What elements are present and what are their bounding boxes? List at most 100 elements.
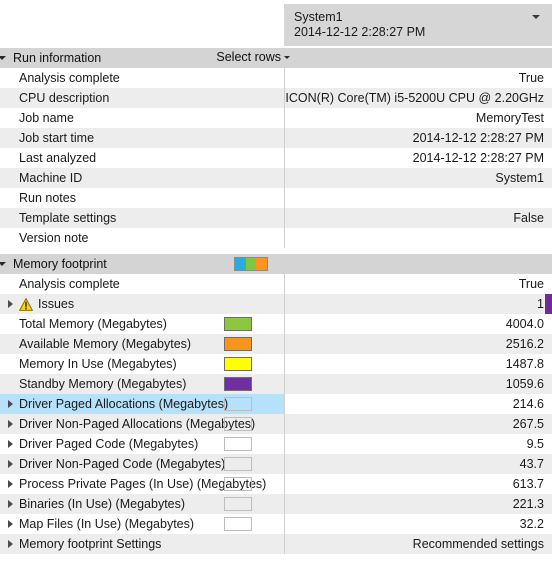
row-label: Available Memory (Megabytes): [19, 337, 192, 351]
table-row[interactable]: Analysis complete True: [0, 274, 552, 294]
row-value: 32.2: [519, 517, 544, 531]
table-row[interactable]: Driver Non-Paged Allocations (Megabytes)…: [0, 414, 552, 434]
row-value-cell: SILICON(R) Core(TM) i5-5200U CPU @ 2.20G…: [284, 88, 552, 108]
table-row[interactable]: Version note: [0, 228, 552, 248]
table-row[interactable]: Standby Memory (Megabytes) 1059.6: [0, 374, 552, 394]
color-swatch[interactable]: [224, 397, 252, 411]
row-value-cell: 2516.2: [284, 334, 552, 354]
row-label-cell: Total Memory (Megabytes): [0, 314, 284, 334]
row-value: 43.7: [519, 457, 544, 471]
row-value-cell: [284, 188, 552, 208]
color-swatch[interactable]: [224, 337, 252, 351]
color-swatch[interactable]: [224, 417, 252, 431]
row-value-cell: [284, 228, 552, 248]
row-label-cell: Job name: [0, 108, 284, 128]
row-label: Version note: [19, 231, 89, 245]
collapse-triangle-icon[interactable]: [0, 262, 6, 266]
table-row[interactable]: Issues 1: [0, 294, 552, 314]
expand-triangle-icon[interactable]: [8, 440, 13, 448]
system-selector[interactable]: System1 2014-12-12 2:28:27 PM: [284, 4, 552, 46]
row-value: SILICON(R) Core(TM) i5-5200U CPU @ 2.20G…: [284, 91, 544, 105]
table-row[interactable]: Map Files (In Use) (Megabytes) 32.2: [0, 514, 552, 534]
table-row[interactable]: Available Memory (Megabytes) 2516.2: [0, 334, 552, 354]
row-value-cell: 214.6: [284, 394, 552, 414]
row-value-cell: Recommended settings: [284, 534, 552, 554]
group-title-memory-footprint: Memory footprint: [13, 257, 107, 271]
row-value-cell: System1: [284, 168, 552, 188]
color-swatch[interactable]: [224, 317, 252, 331]
legend-segment-0: [235, 258, 246, 270]
row-label-cell: Version note: [0, 228, 284, 248]
row-label-cell: Job start time: [0, 128, 284, 148]
row-value-cell: 2014-12-12 2:28:27 PM: [284, 148, 552, 168]
row-label: Memory footprint Settings: [19, 537, 162, 551]
color-swatch[interactable]: [224, 377, 252, 391]
table-row[interactable]: Memory In Use (Megabytes) 1487.8: [0, 354, 552, 374]
table-row[interactable]: Job start time 2014-12-12 2:28:27 PM: [0, 128, 552, 148]
color-swatch[interactable]: [224, 497, 252, 511]
table-row[interactable]: Driver Paged Code (Megabytes) 9.5: [0, 434, 552, 454]
expand-triangle-icon[interactable]: [8, 540, 13, 548]
table-row[interactable]: Machine ID System1: [0, 168, 552, 188]
group-header-run-information[interactable]: Run information Select rows: [0, 48, 552, 68]
row-value: 613.7: [512, 477, 544, 491]
row-value-cell: True: [284, 68, 552, 88]
row-label: CPU description: [19, 91, 110, 105]
row-value-cell: 267.5: [284, 414, 552, 434]
row-value-cell: 221.3: [284, 494, 552, 514]
row-label: Total Memory (Megabytes): [19, 317, 167, 331]
table-row[interactable]: Analysis complete True: [0, 68, 552, 88]
row-label: Memory In Use (Megabytes): [19, 357, 177, 371]
table-row[interactable]: Job name MemoryTest: [0, 108, 552, 128]
expand-triangle-icon[interactable]: [8, 520, 13, 528]
row-label-cell: CPU description: [0, 88, 284, 108]
row-value-cell: True: [284, 274, 552, 294]
run-information-table: Analysis complete True CPU description SILI…: [0, 68, 552, 248]
table-row[interactable]: Driver Non-Paged Code (Megabytes) 43.7: [0, 454, 552, 474]
color-swatch[interactable]: [224, 457, 252, 471]
expand-triangle-icon[interactable]: [8, 420, 13, 428]
table-row[interactable]: Binaries (In Use) (Megabytes) 221.3: [0, 494, 552, 514]
row-label-cell: Available Memory (Megabytes): [0, 334, 284, 354]
row-value-cell: 32.2: [284, 514, 552, 534]
row-label: Run notes: [19, 191, 76, 205]
color-swatch[interactable]: [224, 437, 252, 451]
color-swatch[interactable]: [224, 357, 252, 371]
row-label-cell: Template settings: [0, 208, 284, 228]
legend-segment-1: [245, 258, 257, 270]
expand-triangle-icon[interactable]: [8, 300, 13, 308]
stacked-chart-icon[interactable]: [234, 257, 268, 271]
expand-triangle-icon[interactable]: [8, 460, 13, 468]
table-row[interactable]: Last analyzed 2014-12-12 2:28:27 PM: [0, 148, 552, 168]
table-row[interactable]: Process Private Pages (In Use) (Megabyte…: [0, 474, 552, 494]
collapse-triangle-icon[interactable]: [0, 56, 6, 60]
color-swatch[interactable]: [224, 517, 252, 531]
table-row[interactable]: Memory footprint Settings Recommended set…: [0, 534, 552, 554]
chevron-down-icon[interactable]: [532, 15, 540, 19]
table-row[interactable]: Template settings False: [0, 208, 552, 228]
expand-triangle-icon[interactable]: [8, 480, 13, 488]
row-label-cell: Driver Non-Paged Code (Megabytes): [0, 454, 284, 474]
system-timestamp: 2014-12-12 2:28:27 PM: [294, 25, 426, 39]
analysis-results-panel: System1 2014-12-12 2:28:27 PM Run inform…: [0, 0, 552, 578]
expand-triangle-icon[interactable]: [8, 500, 13, 508]
expand-triangle-icon[interactable]: [8, 400, 13, 408]
color-swatch[interactable]: [224, 477, 252, 491]
table-row[interactable]: CPU description SILICON(R) Core(TM) i5-52…: [0, 88, 552, 108]
row-label: Driver Non-Paged Code (Megabytes): [19, 457, 226, 471]
select-rows-dropdown[interactable]: Select rows: [216, 50, 290, 64]
row-label: Driver Non-Paged Allocations (Megabytes): [19, 417, 256, 431]
row-label: Standby Memory (Megabytes): [19, 377, 187, 391]
row-value: 214.6: [512, 397, 544, 411]
row-value: True: [518, 71, 544, 85]
row-label: Driver Paged Allocations (Megabytes): [19, 397, 229, 411]
row-label: Analysis complete: [19, 71, 120, 85]
row-label-cell: Driver Paged Allocations (Megabytes): [0, 394, 284, 414]
row-value: 4004.0: [505, 317, 544, 331]
group-header-memory-footprint[interactable]: Memory footprint: [0, 254, 552, 274]
table-row[interactable]: Run notes: [0, 188, 552, 208]
row-label-cell: Driver Non-Paged Allocations (Megabytes): [0, 414, 284, 434]
table-row[interactable]: Driver Paged Allocations (Megabytes) 214.…: [0, 394, 552, 414]
row-value: 9.5: [526, 437, 544, 451]
table-row[interactable]: Total Memory (Megabytes) 4004.0: [0, 314, 552, 334]
